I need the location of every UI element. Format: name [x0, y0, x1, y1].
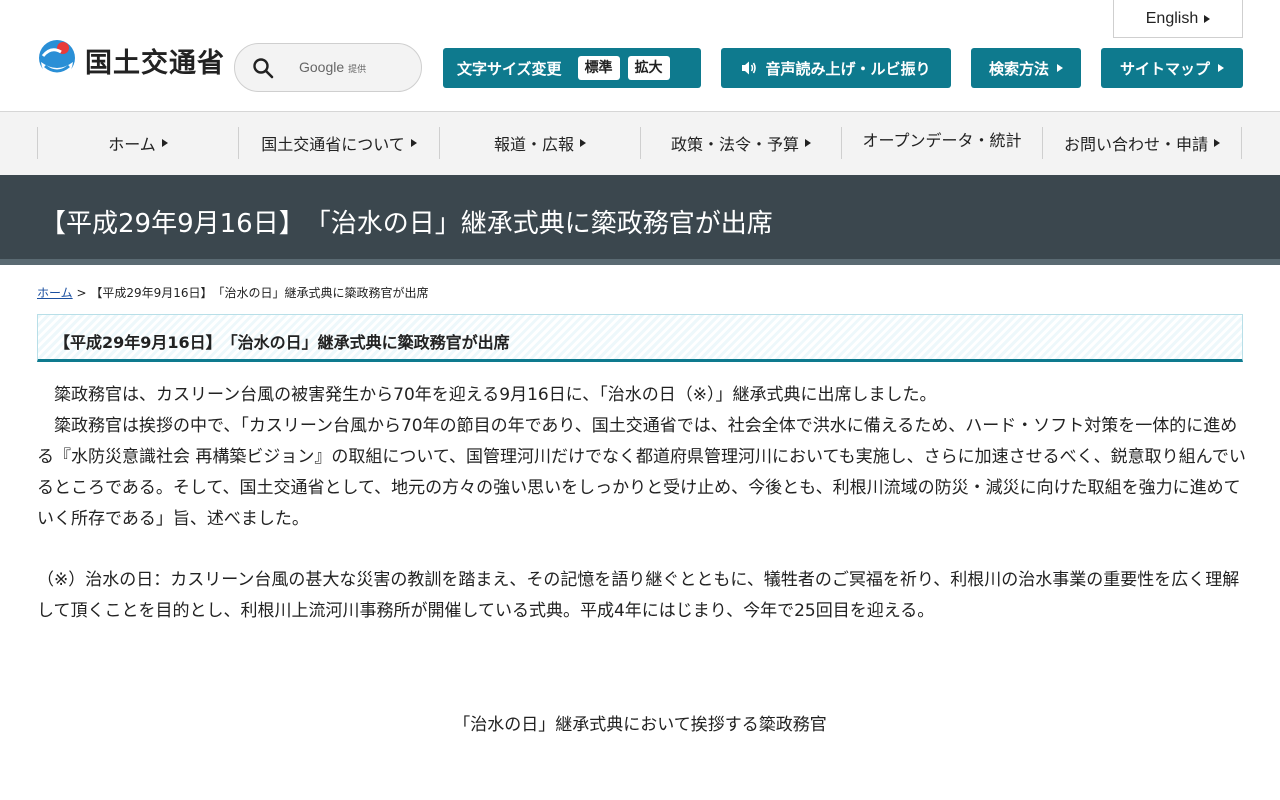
triangle-right-icon	[1204, 14, 1211, 23]
voice-ruby-button[interactable]: 音声読み上げ・ルビ振り	[721, 48, 951, 88]
triangle-right-icon	[410, 139, 417, 147]
nav-item-label: お問い合わせ・申請	[1063, 135, 1208, 154]
speaker-icon	[742, 61, 757, 75]
nav-item-label: ホーム	[108, 135, 156, 154]
sitemap-label: サイトマップ	[1119, 59, 1210, 78]
font-size-large-button[interactable]: 拡大	[627, 56, 670, 80]
font-size-label: 文字サイズ変更	[457, 59, 562, 78]
page-title-band: 【平成29年9月16日】 「治水の日」継承式典に簗政務官が出席	[0, 175, 1280, 265]
triangle-right-icon	[1218, 64, 1224, 72]
global-nav: ホーム 国土交通省について 報道・広報 政策・法令・予算 オープンデータ・統計 …	[0, 112, 1280, 175]
logo-text: 国土交通省	[85, 47, 225, 79]
search-icon[interactable]	[252, 57, 274, 79]
section-heading: 【平成29年9月16日】 「治水の日」継承式典に簗政務官が出席	[54, 333, 510, 352]
page-title: 【平成29年9月16日】 「治水の日」継承式典に簗政務官が出席	[40, 209, 773, 239]
nav-item-contact[interactable]: お問い合わせ・申請	[1042, 127, 1242, 159]
font-size-control: 文字サイズ変更 標準 拡大	[443, 48, 701, 88]
nav-item-label: 政策・法令・予算	[670, 135, 799, 154]
english-label: English	[1145, 9, 1199, 27]
triangle-right-icon	[580, 139, 586, 147]
search-method-label: 検索方法	[988, 59, 1049, 78]
english-link[interactable]: English	[1113, 0, 1243, 38]
nav-item-home[interactable]: ホーム	[37, 127, 238, 159]
nav-item-about[interactable]: 国土交通省について	[238, 127, 439, 159]
font-size-standard-button[interactable]: 標準	[577, 56, 620, 80]
nav-item-press[interactable]: 報道・広報	[439, 127, 640, 159]
triangle-right-icon	[805, 139, 811, 147]
triangle-right-icon	[161, 139, 168, 147]
search-input[interactable]	[300, 52, 410, 83]
sitemap-button[interactable]: サイトマップ	[1101, 48, 1243, 88]
section-heading-box: 【平成29年9月16日】 「治水の日」継承式典に簗政務官が出席	[37, 314, 1243, 362]
breadcrumb-home-link[interactable]: ホーム	[37, 286, 73, 300]
photo-caption: 「治水の日」継承式典において挨拶する簗政務官	[453, 715, 827, 735]
mlit-logo-icon	[39, 40, 75, 80]
nav-item-opendata[interactable]: オープンデータ・統計	[841, 127, 1042, 159]
site-header: 国土交通省 Google 提供 English 文字サイズ変更 標準 拡大 音声読…	[0, 0, 1280, 112]
nav-item-label: オープンデータ・統計	[862, 131, 1022, 150]
breadcrumb: ホーム > 【平成29年9月16日】 「治水の日」継承式典に簗政務官が出席	[37, 284, 429, 301]
search-method-button[interactable]: 検索方法	[971, 48, 1081, 88]
nav-item-policy[interactable]: 政策・法令・予算	[640, 127, 841, 159]
triangle-right-icon	[1214, 139, 1220, 147]
nav-item-label: 報道・広報	[493, 135, 574, 154]
nav-item-label: 国土交通省について	[261, 135, 405, 154]
voice-ruby-label: 音声読み上げ・ルビ振り	[765, 59, 931, 78]
search-box[interactable]: Google 提供	[234, 43, 422, 92]
breadcrumb-current: 【平成29年9月16日】 「治水の日」継承式典に簗政務官が出席	[90, 286, 429, 300]
breadcrumb-separator: >	[76, 286, 87, 300]
body-paragraph: 簗政務官は、カスリーン台風の被害発生から70年を迎える9月16日に、「治水の日（…	[37, 385, 1246, 529]
footnote-paragraph: （※）治水の日：カスリーン台風の甚大な災害の教訓を踏まえ、その記憶を語り継ぐとと…	[37, 570, 1240, 621]
site-logo[interactable]: 国土交通省	[37, 38, 225, 82]
triangle-right-icon	[1057, 64, 1063, 72]
